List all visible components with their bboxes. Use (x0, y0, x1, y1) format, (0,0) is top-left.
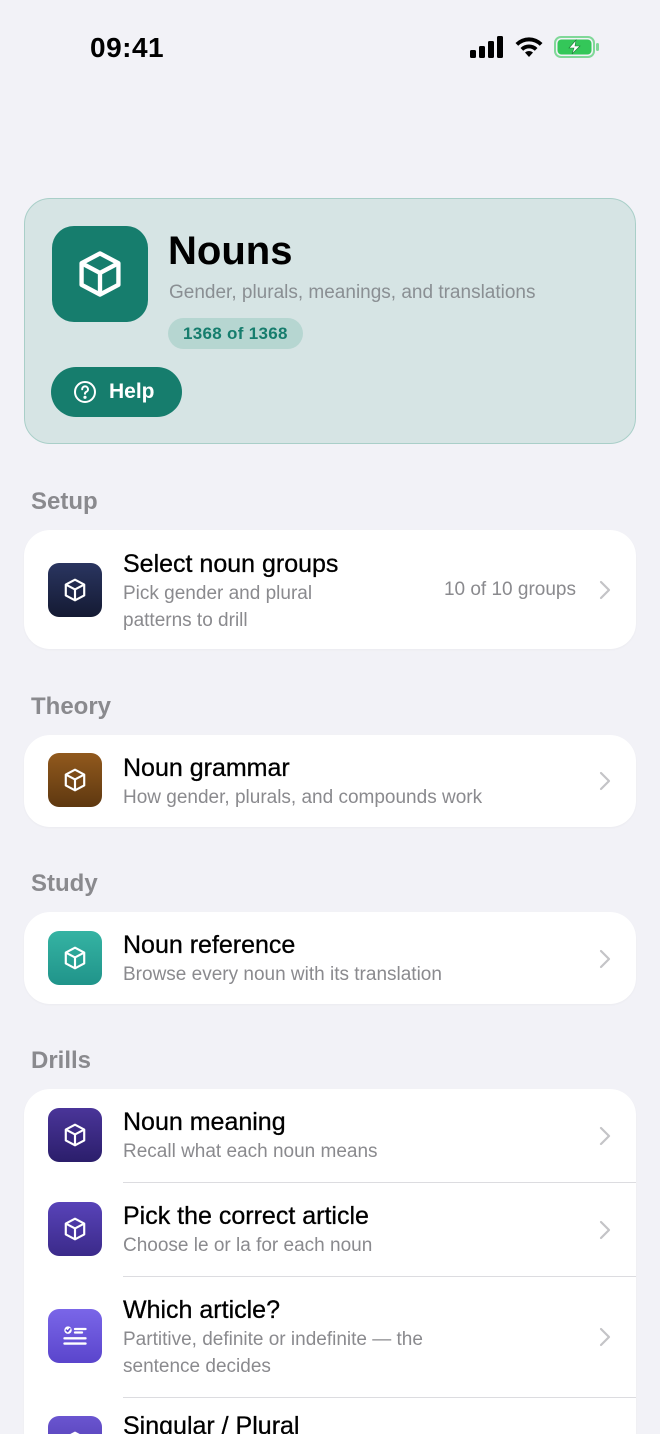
cube-icon (52, 226, 148, 322)
row-subtitle: sentence decides (123, 1356, 271, 1377)
section-label-drills: Drills (31, 1047, 92, 1074)
chevron-right-icon (599, 1327, 611, 1347)
cube-icon (48, 1202, 102, 1256)
cube-icon (48, 1108, 102, 1162)
chevron-right-icon (599, 771, 611, 791)
row-title: Noun meaning (123, 1108, 286, 1136)
row-title: Which article? (123, 1296, 280, 1324)
cube-icon (48, 1416, 102, 1434)
section-label-theory: Theory (31, 693, 112, 720)
study-card: Noun reference Browse every noun with it… (24, 912, 636, 1004)
section-label-study: Study (31, 870, 98, 897)
cube-icon (48, 931, 102, 985)
battery-charging-icon (554, 36, 599, 58)
cube-icon (48, 753, 102, 807)
row-subtitle: patterns to drill (123, 610, 248, 631)
drills-card: Noun meaning Recall what each noun means… (24, 1089, 636, 1434)
row-subtitle: Partitive, definite or indefinite — the (123, 1329, 423, 1350)
checklist-icon (48, 1309, 102, 1363)
setup-card: Select noun groups Pick gender and plura… (24, 530, 636, 649)
which-article-row[interactable]: Which article? Partitive, definite or in… (24, 1277, 636, 1397)
theory-card: Noun grammar How gender, plurals, and co… (24, 735, 636, 827)
row-title: Pick the correct article (123, 1202, 369, 1230)
noun-reference-row[interactable]: Noun reference Browse every noun with it… (24, 912, 636, 1004)
row-title: Select noun groups (123, 550, 339, 578)
chevron-right-icon (599, 949, 611, 969)
row-title: Noun grammar (123, 754, 290, 782)
question-circle-icon (74, 381, 96, 403)
row-subtitle: Recall what each noun means (123, 1141, 378, 1162)
progress-badge: 1368 of 1368 (168, 318, 303, 349)
header-card: Nouns Gender, plurals, meanings, and tra… (24, 198, 636, 444)
help-label: Help (109, 380, 155, 403)
pick-correct-article-row[interactable]: Pick the correct article Choose le or la… (24, 1183, 636, 1276)
select-noun-groups-row[interactable]: Select noun groups Pick gender and plura… (24, 530, 636, 649)
row-subtitle: Choose le or la for each noun (123, 1235, 373, 1256)
cube-icon (48, 563, 102, 617)
chevron-right-icon (599, 1220, 611, 1240)
status-icons (470, 36, 600, 58)
page-subtitle: Gender, plurals, meanings, and translati… (169, 282, 536, 303)
noun-grammar-row[interactable]: Noun grammar How gender, plurals, and co… (24, 735, 636, 827)
row-value: 10 of 10 groups (443, 579, 576, 600)
row-subtitle: Browse every noun with its translation (123, 964, 442, 985)
status-time: 09:41 (90, 32, 165, 63)
row-subtitle: How gender, plurals, and compounds work (123, 787, 483, 808)
row-subtitle: Pick gender and plural (123, 583, 313, 604)
singular-plural-row[interactable]: Singular / Plural (24, 1398, 636, 1434)
status-bar: 09:41 (0, 0, 660, 96)
chevron-right-icon (599, 1126, 611, 1146)
help-button[interactable]: Help (51, 367, 182, 417)
row-title: Noun reference (123, 931, 296, 959)
cellular-signal-icon (470, 36, 503, 58)
wifi-icon (515, 37, 543, 57)
page-title: Nouns (168, 229, 293, 273)
row-title: Singular / Plural (123, 1412, 300, 1434)
chevron-right-icon (599, 580, 611, 600)
noun-meaning-row[interactable]: Noun meaning Recall what each noun means (24, 1089, 636, 1182)
section-label-setup: Setup (31, 488, 98, 515)
